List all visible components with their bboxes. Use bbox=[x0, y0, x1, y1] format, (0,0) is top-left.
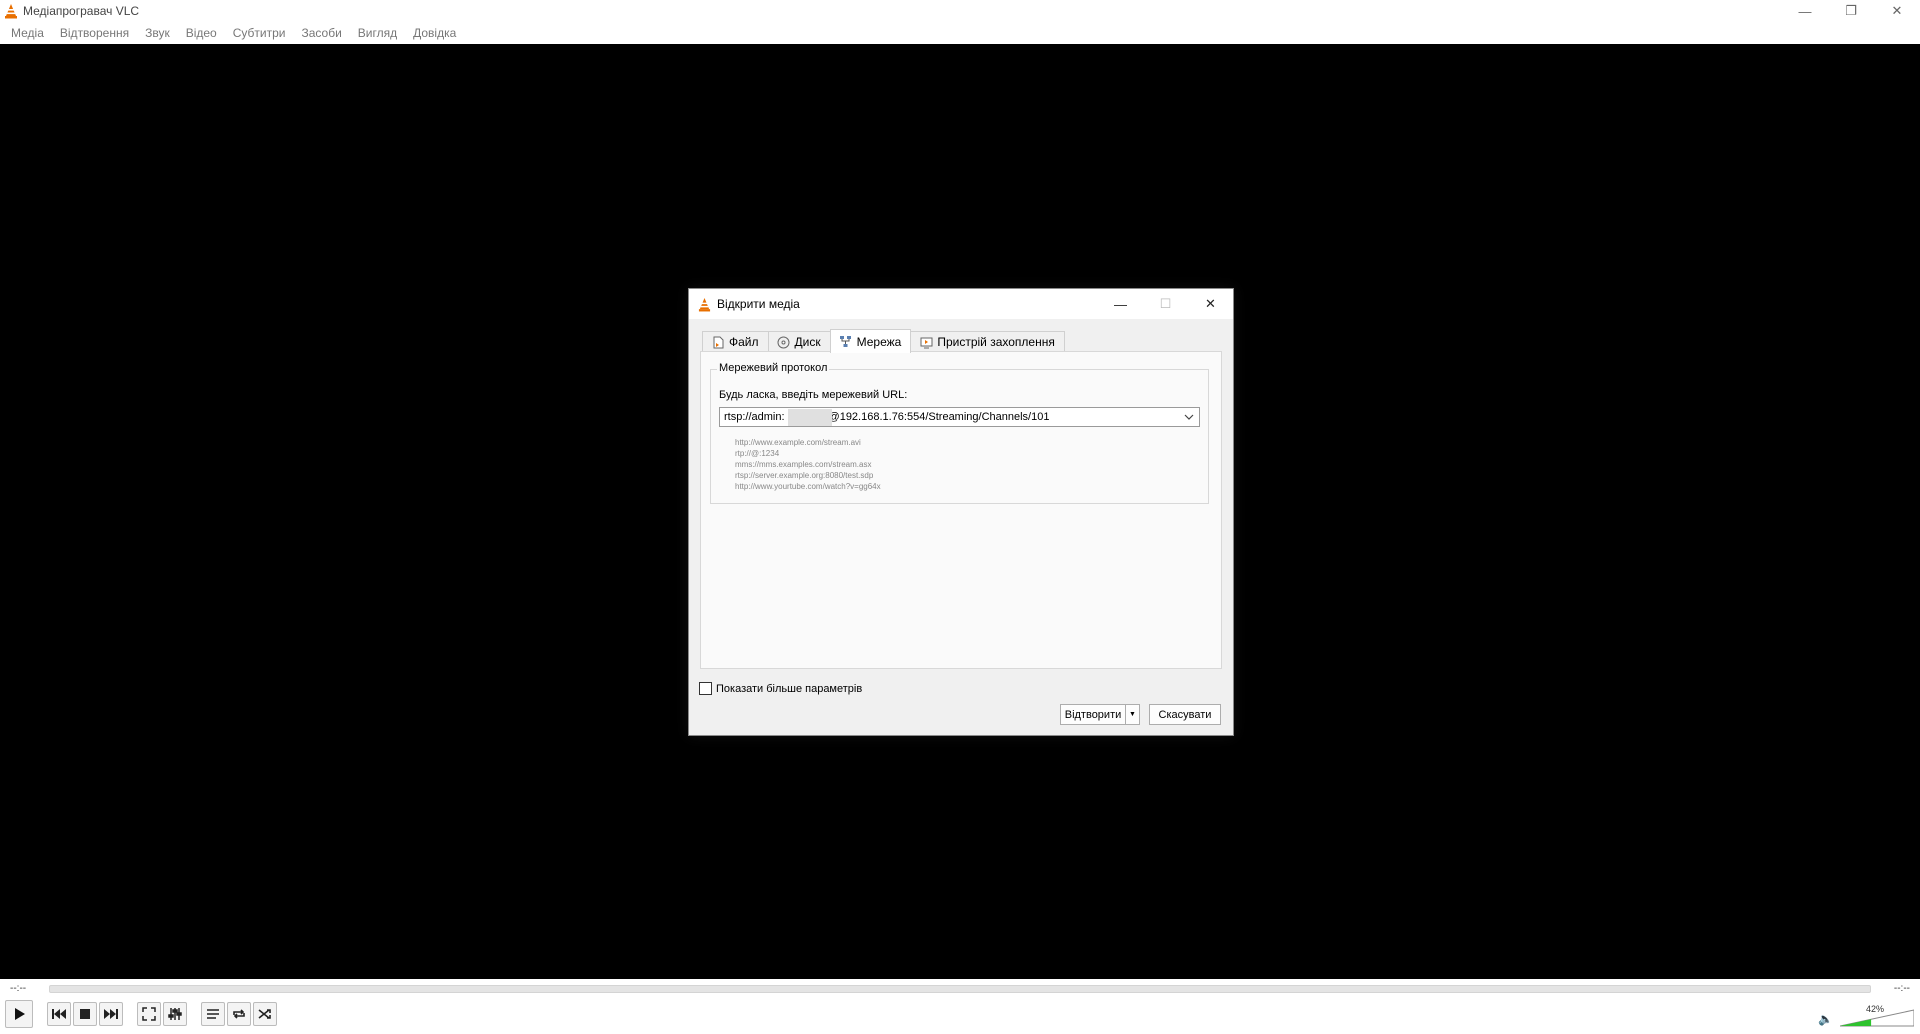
menu-bar: Медіа Відтворення Звук Відео Субтитри За… bbox=[0, 22, 1920, 44]
example-url: mms://mms.examples.com/stream.asx bbox=[735, 460, 872, 469]
controls-panel: --:-- --:-- 🔈 42% bbox=[0, 979, 1920, 1034]
disc-icon bbox=[777, 335, 791, 349]
loop-icon bbox=[233, 1009, 245, 1019]
tab-label: Диск bbox=[794, 335, 821, 349]
minimize-icon[interactable]: — bbox=[1782, 0, 1828, 22]
play-split-button[interactable]: Відтворити ▼ bbox=[1060, 704, 1140, 725]
speaker-icon[interactable]: 🔈 bbox=[1818, 1012, 1833, 1026]
fullscreen-icon bbox=[142, 1007, 156, 1021]
example-url: http://www.yourtube.com/watch?v=gg64x bbox=[735, 482, 881, 491]
menu-video[interactable]: Відео bbox=[178, 26, 225, 40]
volume-slider[interactable]: 42% bbox=[1839, 1004, 1915, 1028]
time-total: --:-- bbox=[1893, 983, 1910, 994]
previous-button[interactable] bbox=[47, 1002, 71, 1026]
controls-row: 🔈 42% bbox=[0, 1000, 1920, 1031]
redacted-password bbox=[788, 409, 832, 426]
example-url: http://www.example.com/stream.avi bbox=[735, 438, 861, 447]
maximize-icon: ☐ bbox=[1159, 296, 1172, 311]
close-icon[interactable]: ✕ bbox=[1188, 289, 1233, 319]
restore-icon[interactable]: ❐ bbox=[1828, 0, 1874, 22]
play-icon bbox=[15, 1008, 25, 1020]
tab-label: Пристрій захоплення bbox=[937, 335, 1055, 349]
example-url: rtsp://server.example.org:8080/test.sdp bbox=[735, 471, 874, 480]
menu-view[interactable]: Вигляд bbox=[350, 26, 405, 40]
stop-icon bbox=[80, 1009, 90, 1019]
capture-device-icon bbox=[919, 335, 933, 349]
tab-network[interactable]: Мережа bbox=[829, 329, 912, 353]
loop-button[interactable] bbox=[227, 1002, 251, 1026]
stop-button[interactable] bbox=[73, 1002, 97, 1026]
show-more-options[interactable]: Показати більше параметрів bbox=[699, 682, 862, 695]
show-more-label: Показати більше параметрів bbox=[716, 682, 863, 695]
time-elapsed: --:-- bbox=[10, 983, 27, 994]
next-button[interactable] bbox=[99, 1002, 123, 1026]
seek-row: --:-- --:-- bbox=[0, 979, 1920, 999]
close-icon[interactable]: ✕ bbox=[1874, 0, 1920, 22]
skip-forward-icon bbox=[104, 1009, 118, 1019]
tab-file[interactable]: Файл bbox=[702, 331, 769, 352]
dialog-title: Відкрити медіа bbox=[717, 297, 800, 311]
network-url-combobox[interactable]: rtsp://admin: @192.168.1.76:554/Streaming… bbox=[719, 407, 1200, 427]
fullscreen-button[interactable] bbox=[137, 1002, 161, 1026]
minimize-icon[interactable]: — bbox=[1098, 289, 1143, 319]
menu-audio[interactable]: Звук bbox=[137, 26, 178, 40]
url-examples: http://www.example.com/stream.avi rtp://… bbox=[735, 437, 881, 492]
file-icon bbox=[711, 335, 725, 349]
network-icon bbox=[839, 335, 853, 349]
menu-media[interactable]: Медіа bbox=[3, 26, 52, 40]
group-title: Мережевий протокол bbox=[717, 362, 830, 374]
network-protocol-group: Мережевий протокол Будь ласка, введіть м… bbox=[710, 362, 1209, 504]
menu-help[interactable]: Довідка bbox=[405, 26, 464, 40]
window-controls: — ❐ ✕ bbox=[1782, 0, 1920, 22]
dialog-titlebar: Відкрити медіа — ☐ ✕ bbox=[689, 289, 1233, 319]
tab-label: Мережа bbox=[856, 334, 902, 349]
url-value: rtsp://admin: @192.168.1.76:554/Streaming… bbox=[724, 411, 1050, 423]
url-prompt-label: Будь ласка, введіть мережевий URL: bbox=[719, 389, 908, 401]
show-more-checkbox[interactable] bbox=[699, 682, 712, 695]
shuffle-icon bbox=[258, 1009, 271, 1019]
tab-bar: Файл Диск Мережа Пристрій захоплення bbox=[702, 329, 1065, 353]
menu-tools[interactable]: Засоби bbox=[293, 26, 349, 40]
skip-back-icon bbox=[52, 1009, 66, 1019]
seek-slider[interactable] bbox=[49, 985, 1871, 993]
menu-subtitles[interactable]: Субтитри bbox=[225, 26, 294, 40]
play-button[interactable] bbox=[5, 1000, 33, 1028]
chevron-down-icon[interactable] bbox=[1181, 409, 1197, 425]
tab-label: Файл bbox=[729, 335, 759, 349]
vlc-cone-icon bbox=[698, 297, 711, 312]
play-media-button[interactable]: Відтворити bbox=[1061, 705, 1126, 724]
example-url: rtp://@:1234 bbox=[735, 449, 780, 458]
playlist-button[interactable] bbox=[201, 1002, 225, 1026]
main-titlebar: Медіапрогравач VLC — ❐ ✕ bbox=[0, 0, 1920, 22]
tab-capture-device[interactable]: Пристрій захоплення bbox=[910, 331, 1065, 352]
equalizer-icon bbox=[168, 1008, 182, 1020]
menu-playback[interactable]: Відтворення bbox=[52, 26, 137, 40]
playlist-icon bbox=[207, 1009, 219, 1019]
open-media-dialog: Відкрити медіа — ☐ ✕ Файл Диск Мережа Пр… bbox=[688, 288, 1234, 736]
extended-settings-button[interactable] bbox=[163, 1002, 187, 1026]
volume-percent: 42% bbox=[1865, 1004, 1884, 1014]
shuffle-button[interactable] bbox=[253, 1002, 277, 1026]
dialog-window-controls: — ☐ ✕ bbox=[1098, 289, 1233, 319]
dropdown-arrow-icon[interactable]: ▼ bbox=[1126, 705, 1139, 724]
cancel-button[interactable]: Скасувати bbox=[1149, 704, 1221, 725]
window-title: Медіапрогравач VLC bbox=[23, 4, 140, 18]
tab-disc[interactable]: Диск bbox=[767, 331, 831, 352]
vlc-cone-icon bbox=[4, 3, 18, 19]
network-tab-panel: Мережевий протокол Будь ласка, введіть м… bbox=[700, 351, 1222, 669]
